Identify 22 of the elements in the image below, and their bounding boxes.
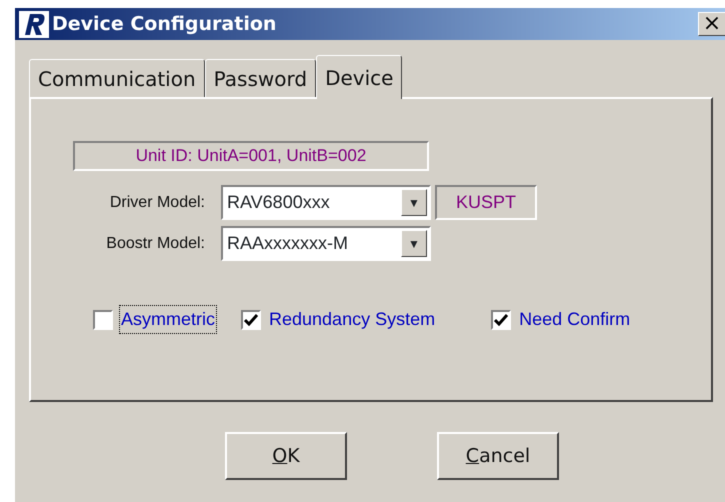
checkbox[interactable] xyxy=(491,310,512,330)
dropdown-button[interactable]: ▼ xyxy=(401,230,427,257)
tab[interactable]: Device xyxy=(316,55,402,99)
close-button[interactable]: × xyxy=(698,12,725,36)
field-label: Driver Model: xyxy=(108,192,206,212)
checkbox[interactable] xyxy=(241,310,261,330)
dropdown-button[interactable]: ▼ xyxy=(401,189,427,216)
checkbox-label: Need Confirm xyxy=(518,308,632,331)
checkbox[interactable] xyxy=(93,310,113,330)
model-code-display: KUSPT xyxy=(435,185,537,220)
model-dropdown[interactable]: RAV6800xxx ▼ xyxy=(221,185,431,220)
checkbox-label: Asymmetric xyxy=(119,305,217,334)
field-label: Boostr Model: xyxy=(105,234,206,254)
checkbox-label: Redundancy System xyxy=(268,308,436,331)
model-dropdown[interactable]: RAAxxxxxxx-M ▼ xyxy=(221,226,431,261)
unit-id-display: Unit ID: UnitA=001, UnitB=002 xyxy=(73,141,429,171)
window-title: Device Configuration xyxy=(52,12,276,37)
tab[interactable]: Communication xyxy=(29,59,205,97)
dialog-button[interactable]: Cancel xyxy=(437,432,559,480)
dialog-button[interactable]: OK xyxy=(225,432,347,480)
app-logo-icon xyxy=(19,10,49,38)
tab[interactable]: Password xyxy=(204,59,316,97)
